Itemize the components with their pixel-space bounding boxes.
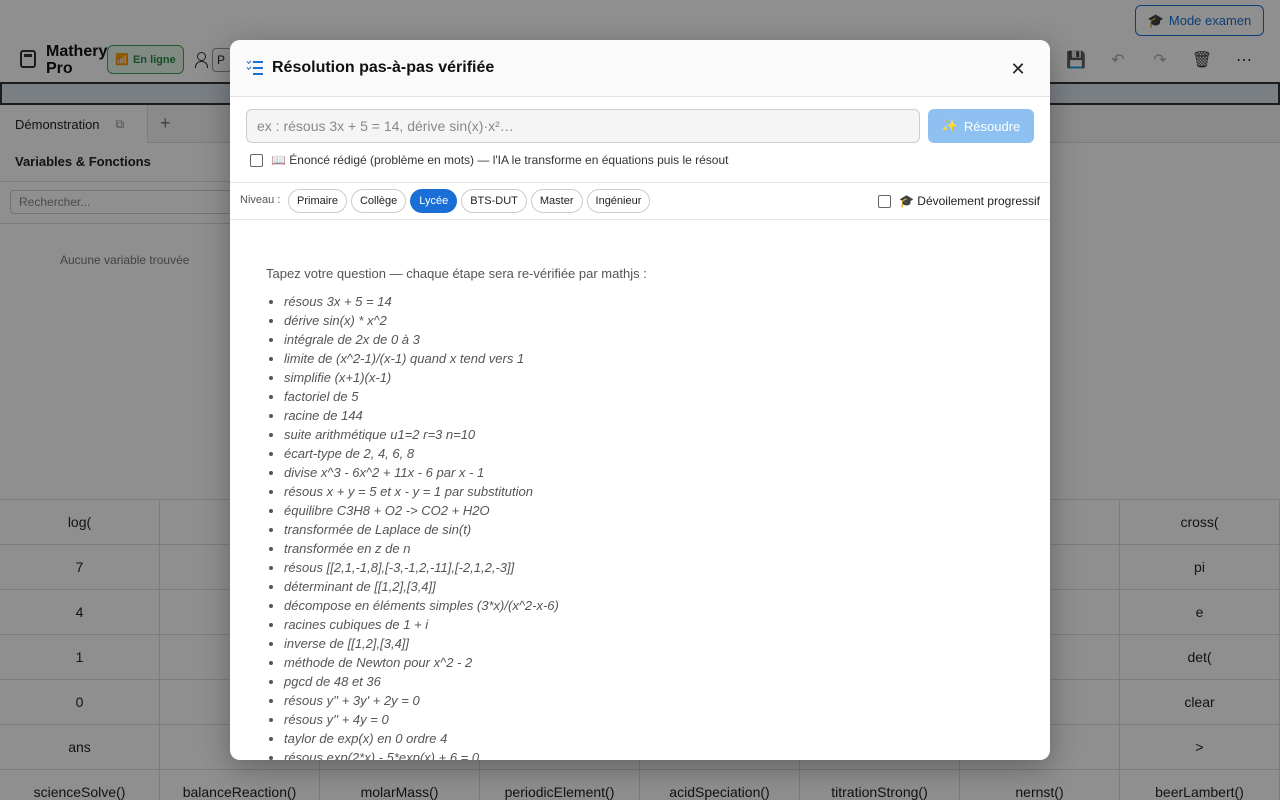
progressive-reveal-checkbox[interactable] (878, 194, 891, 208)
close-button[interactable]: ✕ (1006, 57, 1030, 81)
example-item[interactable]: dérive sin(x) * x^2 (266, 311, 559, 330)
example-item[interactable]: intégrale de 2x de 0 à 3 (266, 330, 559, 349)
word-problem-label: 📖 Énoncé rédigé (problème en mots) — l'I… (271, 153, 729, 167)
example-item[interactable]: déterminant de [[1,2],[3,4]] (266, 577, 559, 596)
checklist-icon (246, 59, 263, 76)
example-item[interactable]: divise x^3 - 6x^2 + 11x - 6 par x - 1 (266, 463, 559, 482)
level-option[interactable]: Lycée (410, 189, 458, 213)
level-option[interactable]: Collège (350, 189, 407, 213)
sparkle-icon: ✨ (941, 118, 958, 133)
dialog-header: Résolution pas-à-pas vérifiée ✕ (230, 40, 1050, 97)
example-item[interactable]: décompose en éléments simples (3*x)/(x^2… (266, 596, 559, 615)
example-item[interactable]: simplifie (x+1)(x-1) (266, 368, 559, 387)
dialog-title: Résolution pas-à-pas vérifiée (272, 59, 495, 76)
example-item[interactable]: inverse de [[1,2],[3,4]] (266, 634, 559, 653)
level-selector: Niveau : Primaire Collège Lycée BTS-DUT Mast… (230, 183, 1050, 220)
example-item[interactable]: résous exp(2*x) - 5*exp(x) + 6 = 0 (266, 748, 559, 760)
question-input[interactable] (246, 109, 920, 143)
solve-button[interactable]: ✨ Résoudre (928, 109, 1034, 143)
example-item[interactable]: limite de (x^2-1)/(x-1) quand x tend ver… (266, 349, 559, 368)
example-item[interactable]: résous x + y = 5 et x - y = 1 par substi… (266, 482, 559, 501)
level-option[interactable]: BTS-DUT (461, 189, 527, 213)
example-item[interactable]: transformée en z de n (266, 539, 559, 558)
example-item[interactable]: résous y'' + 4y = 0 (266, 710, 559, 729)
level-option[interactable]: Ingénieur (586, 189, 651, 213)
level-label: Niveau : (240, 194, 281, 206)
example-item[interactable]: suite arithmétique u1=2 r=3 n=10 (266, 425, 559, 444)
word-problem-checkbox[interactable] (250, 153, 263, 167)
step-solver-dialog: Résolution pas-à-pas vérifiée ✕ ✨ Résoud… (230, 40, 1050, 760)
example-item[interactable]: pgcd de 48 et 36 (266, 672, 559, 691)
dialog-content: Tapez votre question — chaque étape sera… (230, 220, 1050, 760)
level-option[interactable]: Master (530, 189, 583, 213)
example-item[interactable]: factoriel de 5 (266, 387, 559, 406)
example-item[interactable]: taylor de exp(x) en 0 ordre 4 (266, 729, 559, 748)
intro-text: Tapez votre question — chaque étape sera… (266, 266, 647, 281)
level-options: Primaire Collège Lycée BTS-DUT Master Ingénie… (288, 189, 651, 213)
examples-list: résous 3x + 5 = 14 dérive sin(x) * x^2 int… (266, 292, 559, 760)
example-item[interactable]: résous 3x + 5 = 14 (266, 292, 559, 311)
progressive-reveal-option: 🎓 Dévoilement progressif (878, 194, 1040, 208)
query-section: ✨ Résoudre 📖 Énoncé rédigé (problème en … (230, 97, 1050, 183)
example-item[interactable]: racine de 144 (266, 406, 559, 425)
word-problem-option: 📖 Énoncé rédigé (problème en mots) — l'I… (250, 153, 728, 167)
example-item[interactable]: méthode de Newton pour x^2 - 2 (266, 653, 559, 672)
example-item[interactable]: transformée de Laplace de sin(t) (266, 520, 559, 539)
example-item[interactable]: résous [[2,1,-1,8],[-3,-1,2,-11],[-2,1,2… (266, 558, 559, 577)
example-item[interactable]: résous y'' + 3y' + 2y = 0 (266, 691, 559, 710)
example-item[interactable]: équilibre C3H8 + O2 -> CO2 + H2O (266, 501, 559, 520)
level-option[interactable]: Primaire (288, 189, 347, 213)
example-item[interactable]: racines cubiques de 1 + i (266, 615, 559, 634)
example-item[interactable]: écart-type de 2, 4, 6, 8 (266, 444, 559, 463)
solve-label: Résoudre (963, 118, 1021, 134)
progressive-reveal-label: 🎓 Dévoilement progressif (899, 194, 1040, 208)
